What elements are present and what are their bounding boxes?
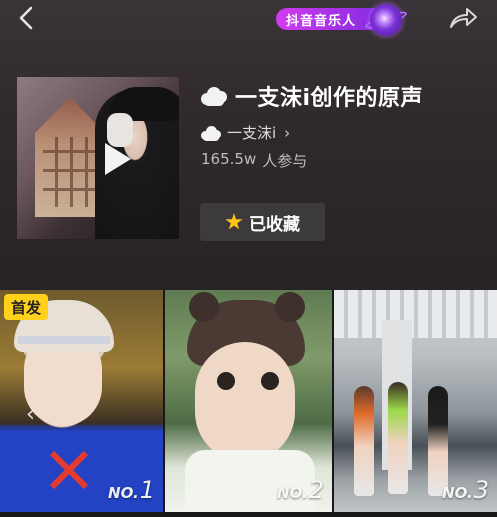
chevron-left-icon: ‹ xyxy=(26,402,35,427)
share-button[interactable] xyxy=(446,4,480,32)
video-tile-1[interactable]: ‹ 首发 NO. 1 xyxy=(0,290,163,512)
chevron-right-icon: › xyxy=(284,123,291,142)
rank-prefix: NO. xyxy=(277,484,308,502)
tile2-bun-left xyxy=(189,292,219,322)
music-planet-icon xyxy=(370,4,402,36)
cover-house-beams xyxy=(43,137,97,207)
album-cover[interactable] xyxy=(17,77,179,239)
rank-label: NO. 1 xyxy=(108,476,155,504)
tile3-dancer-2 xyxy=(388,382,408,494)
back-button[interactable] xyxy=(12,4,40,32)
music-header: 抖音音乐人 一支沫i创作的原声 一支沫i › 165.5w 人参与 已收藏 xyxy=(0,0,497,290)
rank-prefix: NO. xyxy=(108,484,139,502)
tile3-dancer-1 xyxy=(354,386,374,496)
first-release-badge: 首发 xyxy=(4,294,48,320)
video-grid: ‹ 首发 NO. 1 NO. 2 NO. 3 xyxy=(0,290,497,517)
artist-cloud-icon xyxy=(201,125,221,141)
rank-label: NO. 2 xyxy=(277,476,324,504)
rank-label: NO. 3 xyxy=(442,476,489,504)
music-creator-badge[interactable]: 抖音音乐人 xyxy=(276,4,409,36)
participant-number: 165.5w xyxy=(201,150,257,168)
share-arrow-icon xyxy=(450,8,477,28)
video-tile-3[interactable]: NO. 3 xyxy=(334,290,497,512)
rank-number: 1 xyxy=(139,476,155,504)
tile3-ceiling xyxy=(334,290,497,338)
cover-hair xyxy=(107,113,133,147)
rank-number: 2 xyxy=(308,476,324,504)
song-title-row: 一支沫i创作的原声 xyxy=(201,80,423,112)
tile1-headband xyxy=(18,336,110,344)
tile2-eye-left xyxy=(217,372,235,390)
song-title: 一支沫i创作的原声 xyxy=(235,86,424,111)
rank-prefix: NO. xyxy=(442,484,473,502)
rank-number: 3 xyxy=(473,476,489,504)
tile2-bun-right xyxy=(275,292,305,322)
star-icon xyxy=(225,213,243,230)
artist-link[interactable]: 一支沫i › xyxy=(201,122,290,143)
tile1-shirt-logo xyxy=(48,450,88,490)
video-tile-2[interactable]: NO. 2 xyxy=(165,290,332,512)
participant-count: 165.5w 人参与 xyxy=(201,150,307,171)
play-icon[interactable] xyxy=(105,143,131,175)
tile2-eye-right xyxy=(261,372,279,390)
cloud-icon xyxy=(201,85,227,107)
tile2-face xyxy=(195,342,295,462)
chevron-left-icon xyxy=(19,6,33,30)
artist-name: 一支沫i xyxy=(227,124,277,142)
favorite-button[interactable]: 已收藏 xyxy=(200,203,325,241)
favorite-label: 已收藏 xyxy=(249,214,300,235)
participant-suffix: 人参与 xyxy=(262,152,308,170)
